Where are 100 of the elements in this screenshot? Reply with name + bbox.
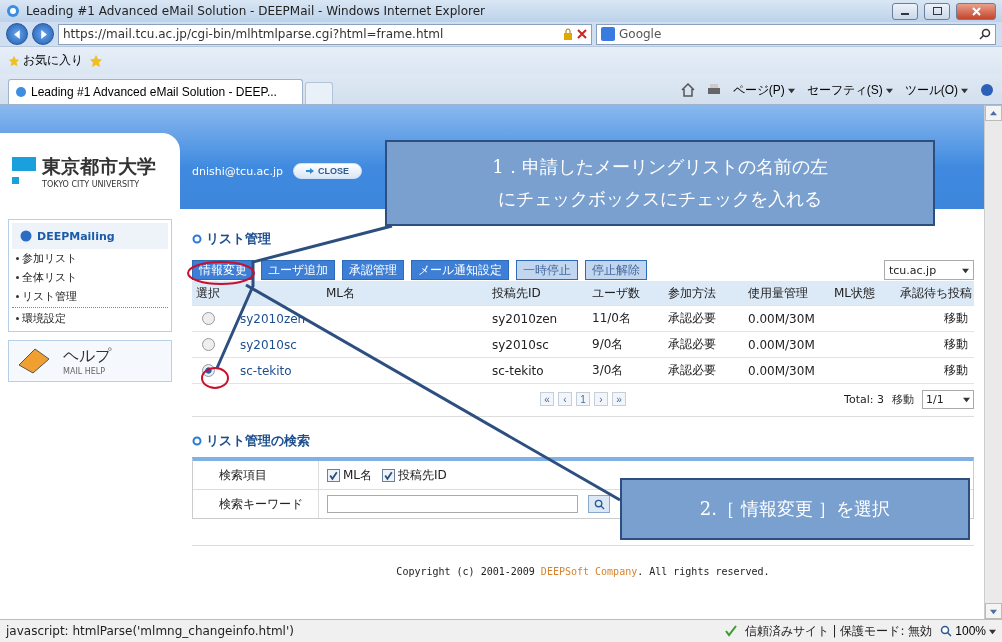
- copyright-text: Copyright (c) 2001-2009 DEEPSoft Company. All rights reserved.: [395, 566, 771, 577]
- command-menu[interactable]: セーフティ(S): [806, 81, 893, 99]
- search-icon[interactable]: [979, 28, 991, 40]
- lock-icon: [563, 28, 573, 40]
- security-zone: 信頼済みサイト | 保護モード: 無効: [744, 622, 933, 640]
- browser-logo-icon: [15, 86, 27, 98]
- checkbox[interactable]: ML名: [327, 466, 373, 484]
- command-menu[interactable]: ツール(O): [904, 81, 968, 99]
- total-count: Total: 3: [844, 392, 884, 406]
- caret-icon: [962, 266, 969, 274]
- sidebar-item[interactable]: 参加リスト: [12, 249, 168, 268]
- search-button[interactable]: [588, 495, 610, 513]
- favorites-button[interactable]: お気に入り: [8, 52, 83, 69]
- table-cell-text: sy2010zen: [492, 311, 559, 326]
- printer-icon[interactable]: [706, 83, 721, 97]
- table-cell[interactable]: 移動: [900, 310, 974, 327]
- sidebar-item[interactable]: 全体リスト: [12, 268, 168, 287]
- field-label: 検索キーワード: [193, 490, 319, 518]
- table-cell-text: 0.00M/30M: [748, 337, 816, 352]
- keyword-input[interactable]: [327, 495, 578, 513]
- arrow-down-icon: [990, 607, 997, 615]
- table-cell[interactable]: 移動: [900, 362, 974, 379]
- table-cell-text: 11/0名: [592, 310, 632, 327]
- table-cell[interactable]: sy2010zen: [236, 311, 492, 326]
- sidebar-title: DEEPMailing: [37, 229, 115, 243]
- close-button[interactable]: [956, 2, 996, 20]
- table-cell-text: sc-tekito: [492, 363, 545, 378]
- action-button[interactable]: メール通知設定: [411, 260, 509, 280]
- scroll-up-button[interactable]: [985, 105, 1002, 121]
- help-subtitle: MAIL HELP: [63, 367, 107, 376]
- pager-button[interactable]: «: [540, 392, 554, 406]
- arrow-right-icon: [38, 29, 48, 39]
- table-cell[interactable]: 移動: [900, 336, 974, 353]
- help-panel[interactable]: ヘルプ MAIL HELP: [8, 340, 172, 382]
- table-cell-text: 承認必要: [668, 362, 717, 379]
- circle-bullet-icon: [192, 436, 202, 446]
- logo-text: 東京都市大学: [42, 153, 156, 179]
- domain-select[interactable]: tcu.ac.jp: [884, 260, 974, 280]
- sidebar-item[interactable]: 環境設定: [12, 309, 168, 328]
- minimize-button[interactable]: [892, 2, 918, 20]
- pager-button[interactable]: 1: [576, 392, 590, 406]
- maximize-button[interactable]: [924, 2, 950, 20]
- section-title: リスト管理: [206, 230, 271, 248]
- close-button[interactable]: CLOSE: [292, 163, 362, 179]
- zoom-button[interactable]: 100%: [940, 624, 996, 638]
- star-plus-icon[interactable]: [89, 53, 103, 68]
- home-icon[interactable]: [680, 83, 695, 97]
- table-cell[interactable]: sy2010sc: [236, 337, 492, 352]
- checkmark-icon: [724, 625, 737, 637]
- pager-button[interactable]: ›: [594, 392, 608, 406]
- section-title: リスト管理の検索: [206, 432, 310, 450]
- column-header: 承認待ち投稿: [900, 284, 973, 302]
- browser-tab[interactable]: Leading #1 Advanced eMail Solution - DEEP...: [8, 79, 303, 104]
- user-email: dnishi@tcu.ac.jp: [192, 164, 283, 178]
- arrow-left-icon: [12, 29, 22, 39]
- address-field[interactable]: https://mail.tcu.ac.jp/cgi-bin/mlhtmlparse.cgi?html=frame.html: [58, 23, 592, 45]
- action-button[interactable]: 承認管理: [342, 260, 404, 280]
- logo-subtitle: TOKYO CITY UNIVERSITY: [42, 179, 141, 189]
- highlight-ellipse: [201, 367, 229, 389]
- table-cell-text: sy2010sc: [492, 337, 550, 352]
- table-cell-text: 0.00M/30M: [748, 311, 816, 326]
- back-button[interactable]: [6, 23, 28, 45]
- column-header: ML名: [325, 284, 357, 302]
- callout-text: 1．申請したメーリングリストの名前の左: [492, 155, 828, 179]
- caret-icon: [787, 86, 795, 94]
- highlight-ellipse: [187, 261, 255, 285]
- logo-mark-icon: [12, 157, 36, 185]
- checkbox[interactable]: 投稿先ID: [382, 466, 447, 484]
- status-text: javascript: htmlParse('mlmng_changeinfo.html'): [6, 624, 295, 638]
- close-icon[interactable]: [577, 29, 587, 39]
- caret-icon: [989, 627, 996, 635]
- caret-icon: [961, 86, 968, 94]
- move-link[interactable]: 移動: [892, 391, 914, 407]
- url-text: https://mail.tcu.ac.jp/cgi-bin/mlhtmlparse.cgi?html=frame.html: [63, 27, 445, 41]
- column-header: 投稿先ID: [492, 284, 542, 302]
- page-select[interactable]: 1/1: [922, 389, 974, 409]
- magnifier-icon: [940, 625, 953, 637]
- table-cell-text: 9/0名: [592, 336, 625, 353]
- action-button[interactable]: ユーザ追加: [261, 260, 335, 280]
- command-menu[interactable]: ページ(P): [732, 81, 795, 99]
- arrow-right-icon: [305, 168, 314, 174]
- forward-button[interactable]: [32, 23, 54, 45]
- window-title: Leading #1 Advanced eMail Solution - DEEPMail - Windows Internet Explorer: [26, 4, 486, 18]
- scroll-down-button[interactable]: [985, 603, 1002, 619]
- column-header: 使用量管理: [748, 284, 809, 302]
- pager-button[interactable]: ‹: [558, 392, 572, 406]
- radio-button[interactable]: [202, 338, 215, 351]
- caret-icon: [963, 395, 970, 403]
- column-header: 選択: [195, 284, 221, 302]
- radio-button[interactable]: [202, 312, 215, 325]
- table-cell[interactable]: sc-tekito: [236, 363, 492, 378]
- pager-button[interactable]: »: [612, 392, 626, 406]
- table-cell-text: 3/0名: [592, 362, 625, 379]
- column-header: ユーザ数: [592, 284, 641, 302]
- sidebar-item[interactable]: リスト管理: [12, 287, 168, 306]
- callout-text: にチェックボックスにチェックを入れる: [498, 187, 822, 211]
- arrow-up-icon: [990, 109, 997, 117]
- column-header: 参加方法: [668, 284, 717, 302]
- table-cell-text: 承認必要: [668, 336, 717, 353]
- search-field[interactable]: Google: [596, 23, 996, 45]
